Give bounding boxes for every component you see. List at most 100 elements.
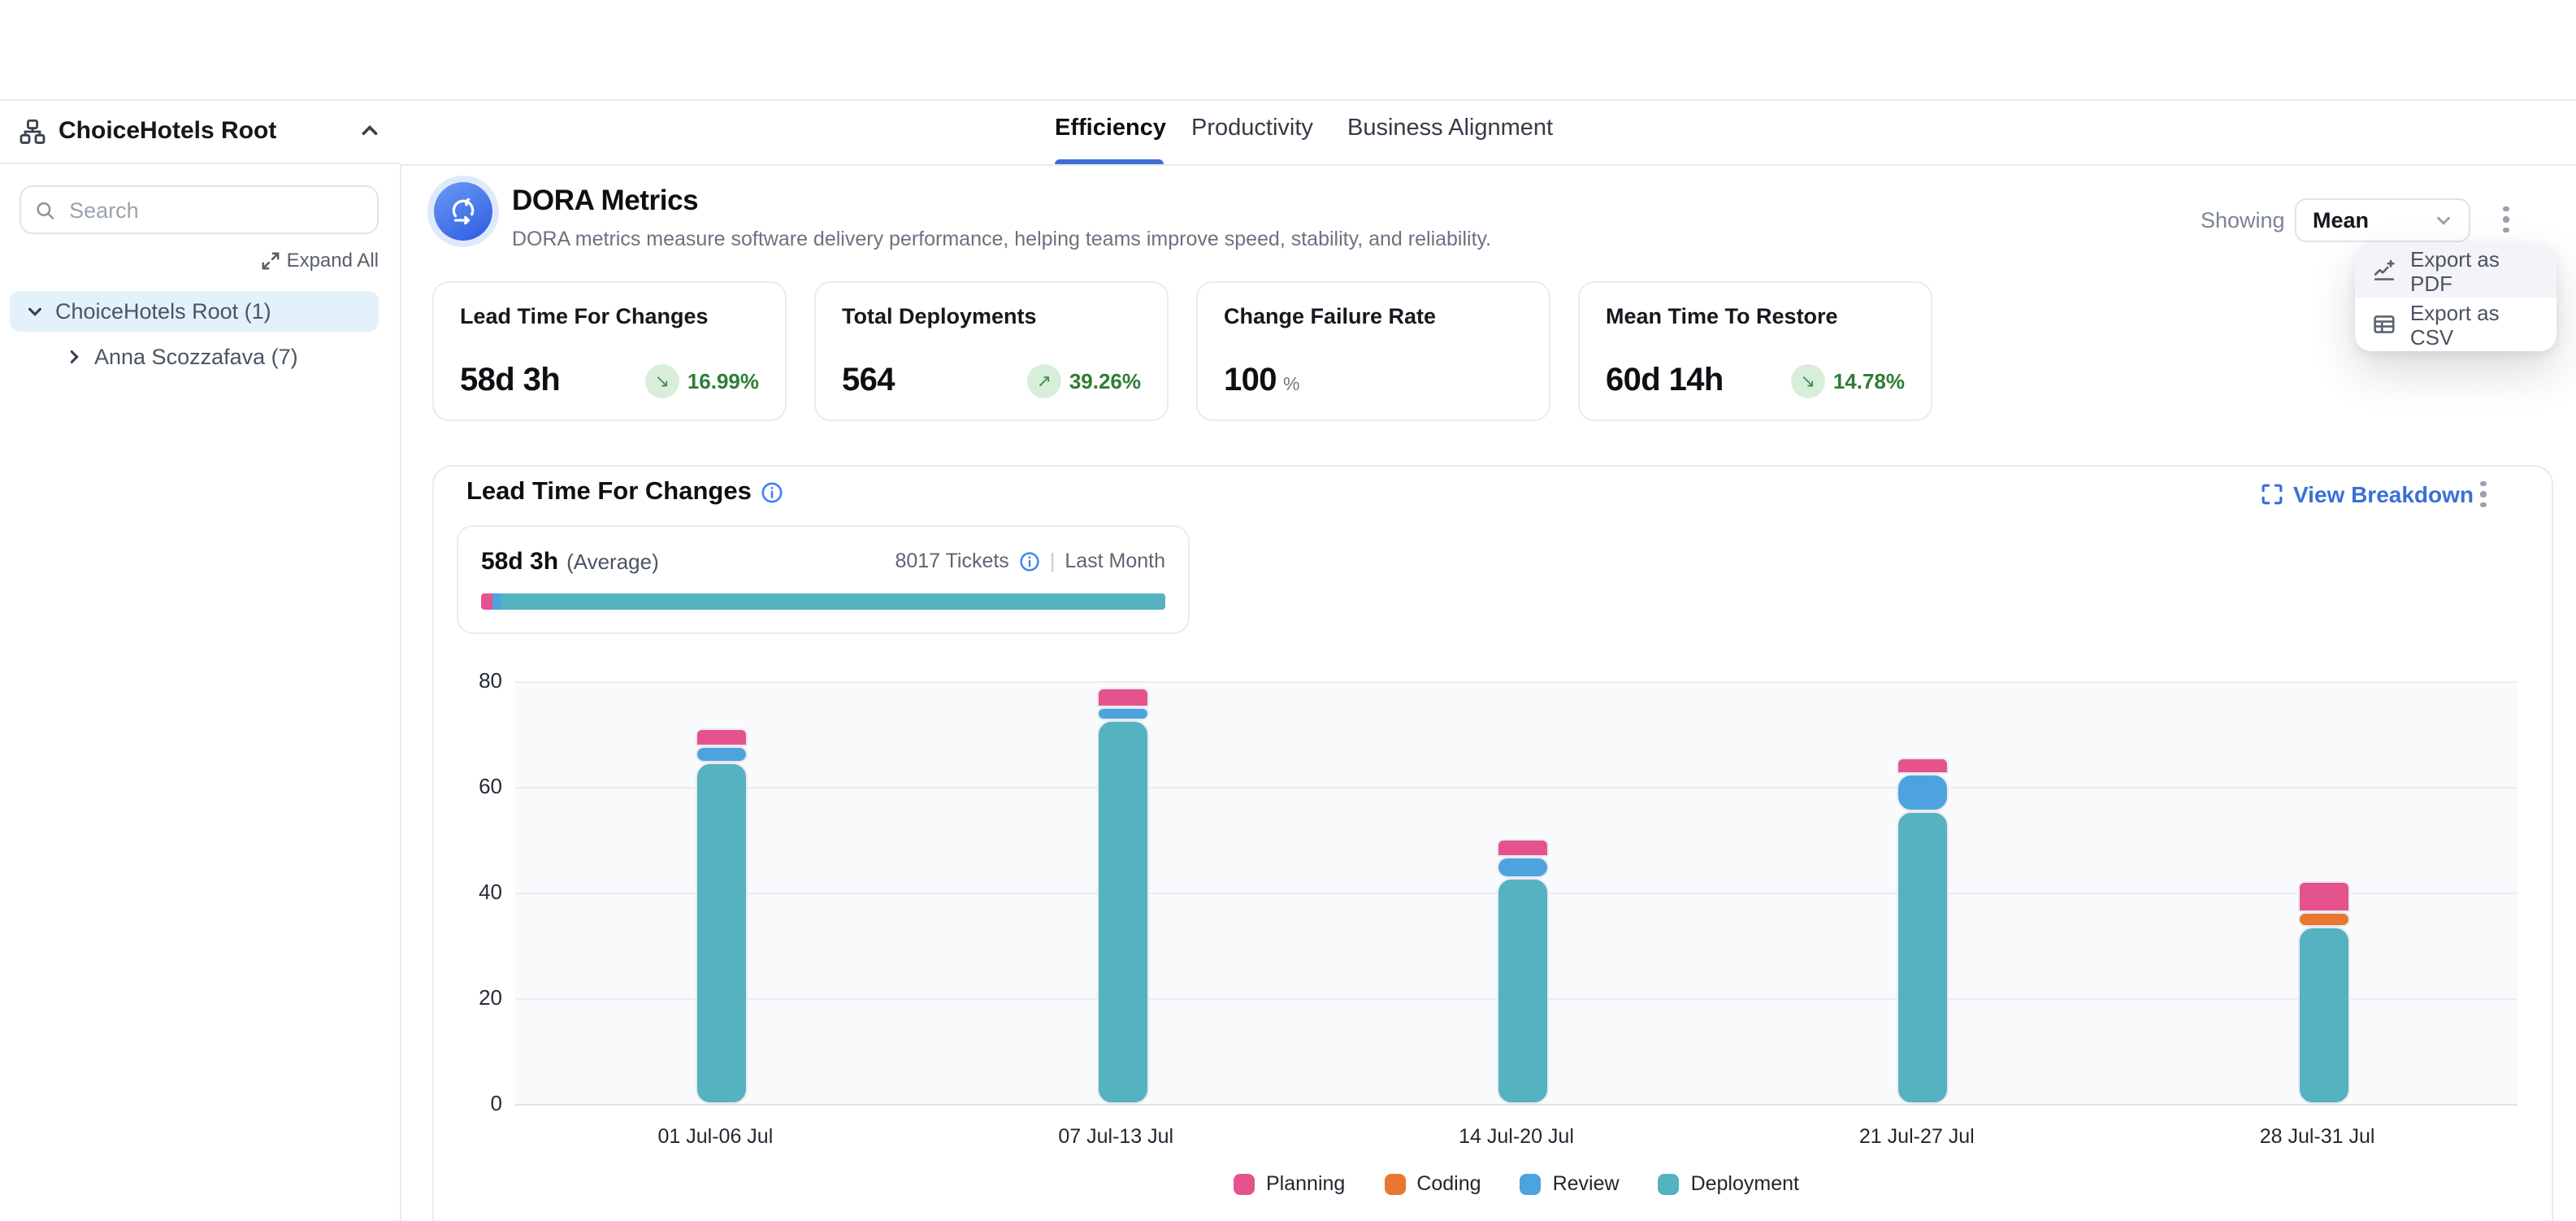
stacked-bar-5[interactable] [2298, 881, 2337, 1104]
x-tick-label: 14 Jul-20 Jul [1403, 1125, 1630, 1148]
sidebar-search [20, 185, 379, 234]
tab-efficiency[interactable]: Efficiency [1055, 115, 1166, 141]
x-tick-label: 21 Jul-27 Jul [1803, 1125, 2031, 1148]
chevron-down-icon[interactable] [26, 302, 44, 320]
chart-y-axis: 020406080 [440, 681, 502, 1104]
phase-segment-review [492, 593, 501, 610]
view-breakdown-link[interactable]: View Breakdown [2261, 481, 2474, 507]
trend-badge: ↗ 39.26% [1027, 364, 1141, 398]
export-as-csv-menu-item[interactable]: Export as CSV [2355, 298, 2556, 351]
tree-item-label: Anna Scozzafava (7) [94, 345, 298, 369]
trend-arrow-icon: ↘ [1791, 364, 1825, 398]
legend-label: Planning [1266, 1172, 1345, 1195]
legend-swatch [1659, 1173, 1680, 1194]
tab-productivity[interactable]: Productivity [1191, 115, 1313, 141]
sidebar-header: ChoiceHotels Root [0, 99, 400, 164]
average-label: (Average) [566, 550, 659, 574]
metric-title: Lead Time For Changes [460, 304, 759, 328]
legend-label: Deployment [1691, 1172, 1799, 1195]
bar-segment-planning [696, 728, 748, 747]
metric-card-total-deployments: Total Deployments 564 ↗ 39.26% [814, 281, 1169, 421]
trend-badge: ↘ 16.99% [645, 364, 759, 398]
average-summary-card: 58d 3h (Average) 8017 Tickets | Last Mon… [457, 525, 1190, 634]
y-tick-label: 80 [440, 668, 502, 693]
stacked-bar-1[interactable] [696, 728, 735, 1104]
stacked-bar-2[interactable] [1096, 688, 1135, 1104]
collapse-sidebar-chevron-up-icon[interactable] [359, 120, 380, 141]
expand-all-button[interactable]: Expand All [0, 249, 379, 272]
showing-mode-select[interactable]: Mean [2295, 198, 2470, 242]
stacked-bar-3[interactable] [1497, 838, 1536, 1104]
y-tick-label: 40 [440, 880, 502, 904]
legend-item-deployment[interactable]: Deployment [1659, 1172, 1799, 1195]
lead-time-section: Lead Time For Changes View Breakdown 58d… [432, 465, 2553, 1221]
x-tick-label: 07 Jul-13 Jul [1002, 1125, 1229, 1148]
trend-badge: ↘ 14.78% [1791, 364, 1905, 398]
sidebar-root-label: ChoiceHotels Root [59, 117, 276, 145]
bar-segment-review [1897, 775, 1949, 811]
chevron-right-icon[interactable] [65, 348, 83, 366]
metric-title: Total Deployments [842, 304, 1141, 328]
legend-label: Review [1553, 1172, 1620, 1195]
export-menu: Export as PDF Export as CSV [2355, 244, 2556, 351]
bar-segment-review [696, 746, 748, 762]
bar-segment-planning [2298, 881, 2350, 911]
bar-segment-deployment [1096, 720, 1148, 1104]
search-input[interactable] [66, 196, 362, 224]
active-tab-indicator [1055, 159, 1164, 164]
tickets-count: 8017 Tickets [895, 550, 1008, 572]
menu-item-label: Export as PDF [2410, 246, 2539, 295]
gridline-y-60 [515, 786, 2517, 788]
phase-segment-planning [481, 593, 492, 610]
legend-item-coding[interactable]: Coding [1384, 1172, 1481, 1195]
stacked-bar-4[interactable] [1897, 758, 1936, 1104]
tab-business-alignment[interactable]: Business Alignment [1347, 115, 1553, 141]
info-icon[interactable] [1019, 550, 1040, 571]
info-icon[interactable] [761, 481, 784, 504]
bar-segment-deployment [696, 762, 748, 1104]
bar-segment-review [1497, 858, 1549, 878]
metric-value: 100 [1224, 363, 1277, 400]
divider: | [1050, 550, 1056, 572]
x-tick-label: 28 Jul-31 Jul [2204, 1125, 2431, 1148]
sprint-cycle-icon [447, 195, 479, 228]
export-as-pdf-menu-item[interactable]: Export as PDF [2355, 244, 2556, 298]
expand-all-label: Expand All [287, 249, 379, 272]
bar-segment-planning [1096, 688, 1148, 706]
tree-item-anna-scozzafava[interactable]: Anna Scozzafava (7) [10, 337, 379, 377]
main-tabs: Efficiency Productivity Business Alignme… [400, 99, 2576, 166]
lead-time-kebab-menu-button[interactable] [2469, 475, 2498, 514]
legend-item-planning[interactable]: Planning [1234, 1172, 1345, 1195]
showing-label: Showing [2201, 208, 2285, 232]
metric-card-lead-time: Lead Time For Changes 58d 3h ↘ 16.99% [432, 281, 787, 421]
y-tick-label: 20 [440, 985, 502, 1010]
dora-kebab-menu-button[interactable] [2491, 200, 2521, 239]
chevron-down-icon [2435, 211, 2452, 229]
lead-time-title-text: Lead Time For Changes [466, 478, 752, 507]
metric-value: 58d 3h [460, 363, 560, 400]
period-label: Last Month [1065, 550, 1165, 572]
x-tick-label: 01 Jul-06 Jul [601, 1125, 829, 1148]
bar-segment-review [1096, 706, 1148, 720]
bar-segment-deployment [2298, 926, 2350, 1104]
dora-metrics-subtitle: DORA metrics measure software delivery p… [512, 228, 1491, 250]
chart-export-icon [2373, 259, 2396, 283]
metric-unit: % [1283, 375, 1299, 394]
top-header [0, 0, 2576, 101]
metric-title: Change Failure Rate [1224, 304, 1523, 328]
trend-delta: 16.99% [687, 369, 759, 393]
legend-swatch [1384, 1173, 1405, 1194]
expand-arrows-icon [262, 251, 280, 269]
legend-item-review[interactable]: Review [1520, 1172, 1620, 1195]
tree-item-label: ChoiceHotels Root (1) [55, 299, 271, 324]
metric-card-change-failure-rate: Change Failure Rate 100 % [1196, 281, 1550, 421]
dora-metrics-icon [434, 182, 492, 241]
metric-title: Mean Time To Restore [1606, 304, 1905, 328]
org-tree-icon [20, 118, 46, 144]
tree-item-choicehotels-root[interactable]: ChoiceHotels Root (1) [10, 291, 379, 332]
chart-plot: 01 Jul-06 Jul07 Jul-13 Jul14 Jul-20 Jul2… [515, 681, 2517, 1104]
phase-distribution-bar [481, 593, 1165, 610]
bar-segment-coding [2298, 911, 2350, 926]
table-icon [2373, 312, 2396, 337]
dora-metrics-title: DORA Metrics [512, 184, 698, 218]
